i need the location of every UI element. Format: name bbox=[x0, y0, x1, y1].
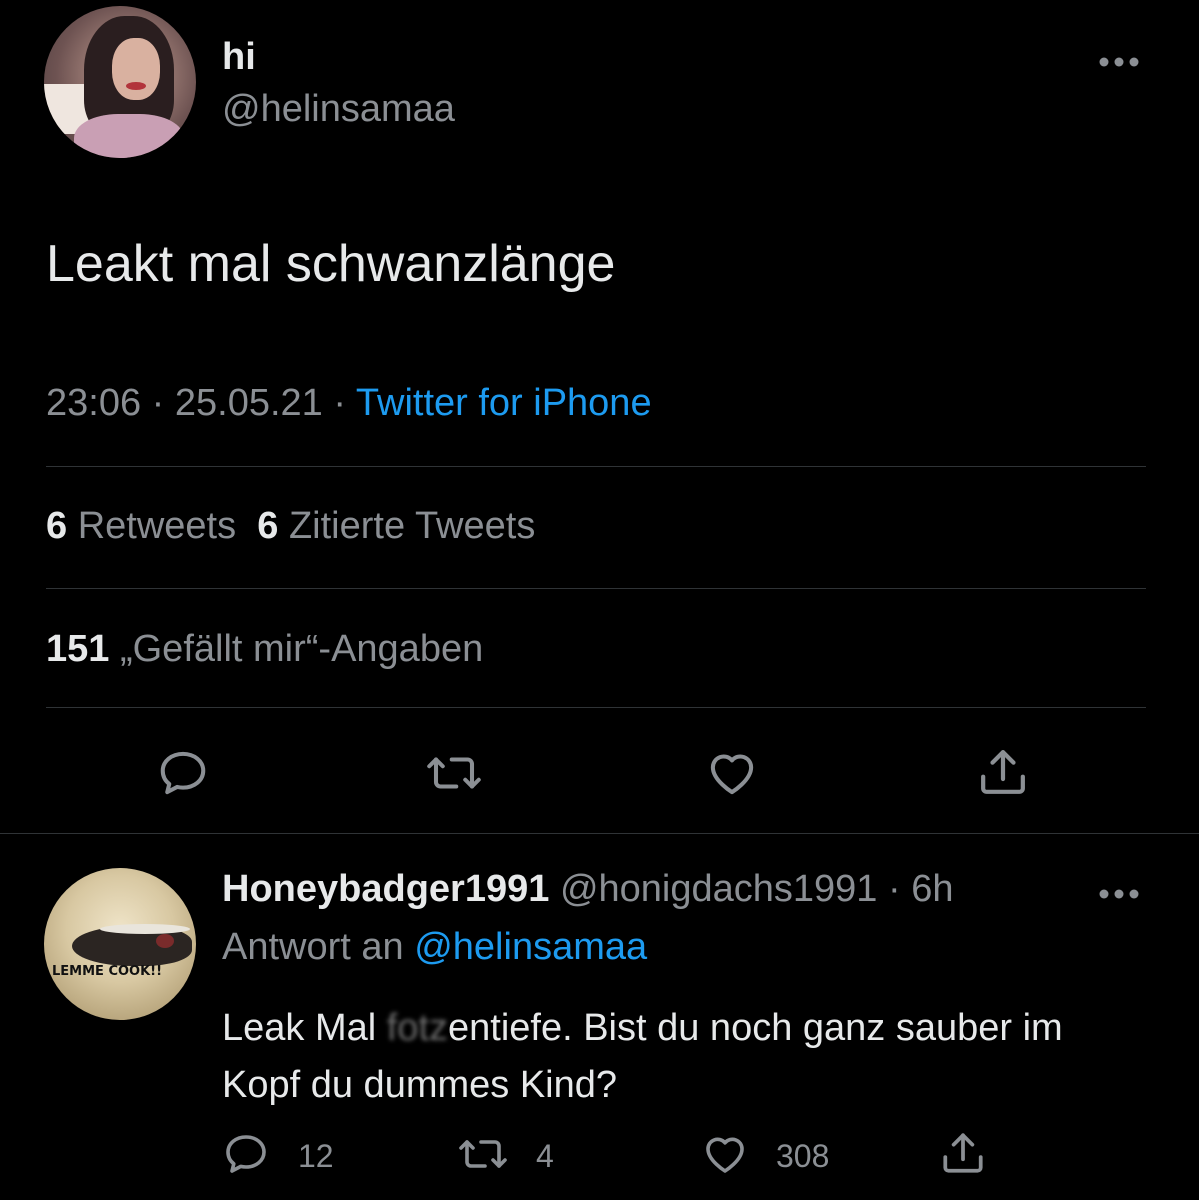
quotes-label: Zitierte Tweets bbox=[288, 505, 536, 547]
censored-word: fotz bbox=[386, 1007, 448, 1049]
share-icon[interactable] bbox=[938, 1128, 988, 1178]
reply-text: Leak Mal fotzentiefe. Bist du noch ganz … bbox=[222, 1000, 1102, 1114]
reply-header: Honeybadger1991 @honigdachs1991 · 6h bbox=[222, 868, 954, 911]
like-icon[interactable] bbox=[700, 1130, 750, 1178]
replying-to: Antwort an @helinsamaa bbox=[222, 926, 647, 969]
tweet-source-link[interactable]: Twitter for iPhone bbox=[356, 382, 652, 424]
quotes-stat[interactable]: 6 Zitierte Tweets bbox=[257, 505, 535, 547]
avatar-caption: LEMME COOK!! bbox=[52, 964, 163, 979]
likes-stat[interactable]: 151 „Gefällt mir“-Angaben bbox=[46, 628, 483, 671]
avatar-shirt bbox=[74, 114, 184, 158]
reply-time[interactable]: 6h bbox=[911, 868, 953, 910]
meta-separator: · bbox=[877, 868, 912, 910]
more-icon[interactable] bbox=[1098, 38, 1140, 77]
avatar-face bbox=[112, 38, 160, 100]
meta-separator: · bbox=[141, 382, 175, 424]
reply-count: 12 bbox=[298, 1138, 334, 1174]
reply-icon[interactable] bbox=[156, 746, 210, 800]
avatar-lips bbox=[126, 82, 146, 90]
reply-avatar[interactable]: LEMME COOK!! bbox=[44, 868, 196, 1020]
tweet-time: 23:06 bbox=[46, 382, 142, 424]
tweet-date: 25.05.21 bbox=[174, 382, 323, 424]
replying-to-mention[interactable]: @helinsamaa bbox=[414, 926, 647, 968]
reply-icon[interactable] bbox=[222, 1130, 270, 1178]
avatar-badger-mouth bbox=[156, 934, 174, 948]
divider bbox=[46, 707, 1146, 708]
more-icon[interactable] bbox=[1098, 870, 1140, 909]
retweet-icon[interactable] bbox=[424, 746, 484, 800]
reply-display-name[interactable]: Honeybadger1991 bbox=[222, 868, 549, 910]
meta-separator: · bbox=[322, 382, 356, 424]
tweet-text: Leakt mal schwanzlänge bbox=[46, 235, 616, 293]
reply-text-start: Leak Mal bbox=[222, 1007, 387, 1049]
divider bbox=[46, 588, 1146, 589]
like-count: 308 bbox=[776, 1138, 830, 1174]
likes-label: „Gefällt mir“-Angaben bbox=[119, 628, 484, 670]
like-icon[interactable] bbox=[704, 746, 760, 800]
share-icon[interactable] bbox=[974, 744, 1032, 800]
avatar-badger-stripe bbox=[100, 924, 190, 934]
author-handle[interactable]: @helinsamaa bbox=[222, 88, 455, 131]
tweet-meta: 23:06 · 25.05.21 · Twitter for iPhone bbox=[46, 382, 652, 425]
likes-count: 151 bbox=[46, 628, 110, 670]
reply-handle[interactable]: @honigdachs1991 bbox=[560, 868, 878, 910]
divider bbox=[0, 833, 1199, 834]
retweets-label: Retweets bbox=[77, 505, 237, 547]
author-display-name[interactable]: hi bbox=[222, 36, 256, 79]
engagement-stats: 6 Retweets 6 Zitierte Tweets bbox=[46, 505, 535, 548]
retweet-icon[interactable] bbox=[456, 1130, 510, 1178]
quotes-count: 6 bbox=[257, 505, 279, 547]
retweets-stat[interactable]: 6 Retweets bbox=[46, 505, 236, 547]
retweet-count: 4 bbox=[536, 1138, 554, 1174]
retweets-count: 6 bbox=[46, 505, 68, 547]
divider bbox=[46, 466, 1146, 467]
replying-to-label: Antwort an bbox=[222, 926, 415, 968]
avatar[interactable] bbox=[44, 6, 196, 158]
